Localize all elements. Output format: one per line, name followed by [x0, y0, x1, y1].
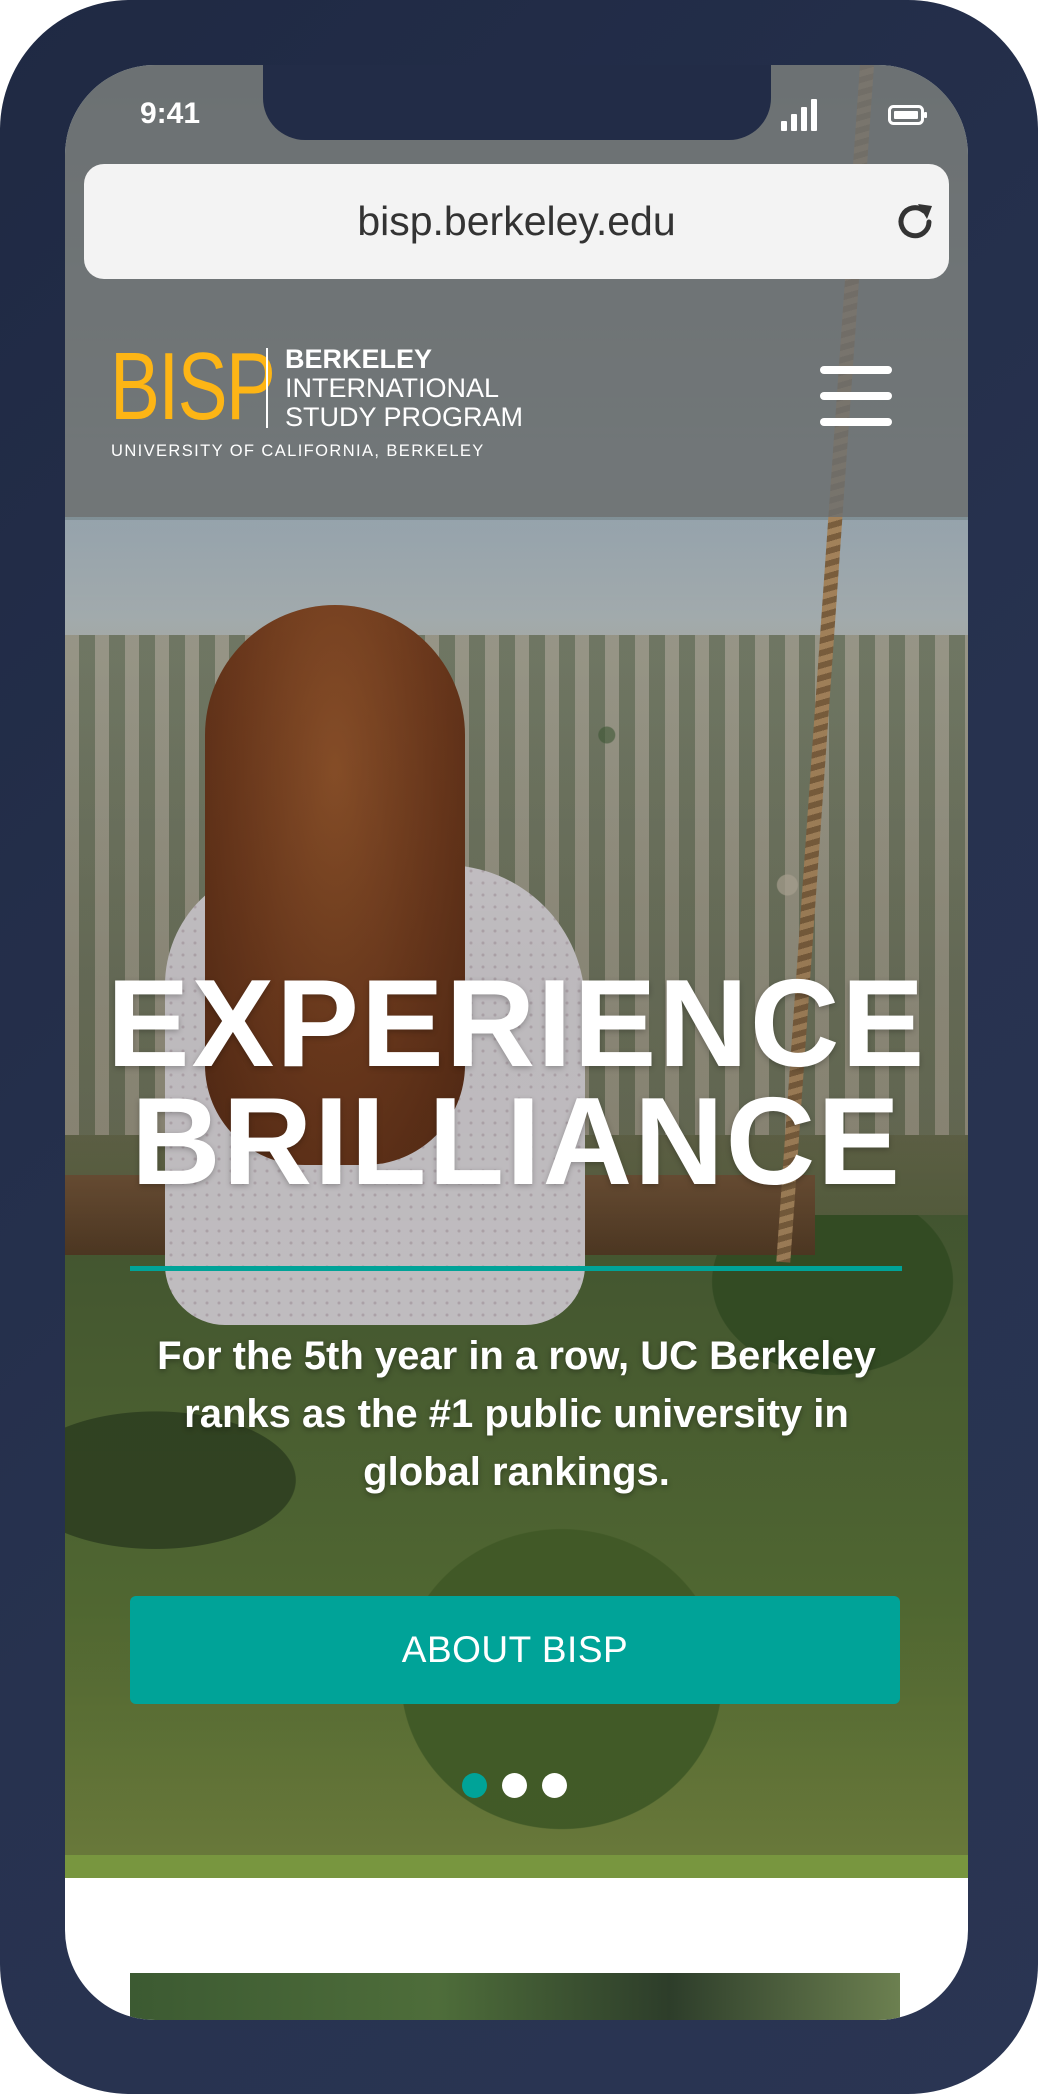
carousel-dot-3[interactable]	[542, 1773, 567, 1798]
phone-frame: 9:41 bisp.berkeley.edu BISP BERKELEY INT…	[0, 0, 1038, 2094]
carousel-pagination	[462, 1773, 572, 1799]
headline-divider	[130, 1266, 902, 1271]
logo-mark: BISP	[110, 333, 276, 440]
bisp-logo[interactable]: BISP BERKELEY INTERNATIONAL STUDY PROGRA…	[110, 333, 650, 470]
logo-line-berkeley: BERKELEY	[285, 344, 433, 374]
status-time: 9:41	[140, 97, 201, 130]
logo-subtitle: UNIVERSITY OF CALIFORNIA, BERKELEY	[111, 442, 485, 460]
url-text[interactable]: bisp.berkeley.edu	[84, 164, 949, 279]
logo-line-international: INTERNATIONAL	[285, 373, 500, 403]
cellular-signal-icon	[781, 99, 817, 131]
next-section-image	[130, 1973, 900, 2020]
hamburger-menu-icon[interactable]	[820, 366, 892, 426]
carousel-dot-2[interactable]	[502, 1773, 527, 1798]
site-header: 9:41 bisp.berkeley.edu BISP BERKELEY INT…	[65, 65, 968, 517]
browser-url-bar[interactable]: bisp.berkeley.edu	[84, 164, 949, 279]
about-bisp-button[interactable]: ABOUT BISP	[130, 1596, 900, 1704]
hero-headline: EXPERIENCE BRILLIANCE	[65, 955, 968, 1211]
reload-icon[interactable]	[894, 201, 936, 243]
battery-icon	[888, 105, 927, 125]
device-notch	[263, 65, 771, 140]
headline-line-2: BRILLIANCE	[131, 1073, 902, 1211]
logo-line-study-program: STUDY PROGRAM	[285, 402, 524, 432]
hero-subtext: For the 5th year in a row, UC Berkeley r…	[157, 1334, 876, 1494]
headline-line-1: EXPERIENCE	[106, 955, 927, 1093]
phone-screen: 9:41 bisp.berkeley.edu BISP BERKELEY INT…	[65, 65, 968, 2020]
carousel-dot-1[interactable]	[462, 1773, 487, 1798]
logo-divider	[266, 348, 268, 428]
